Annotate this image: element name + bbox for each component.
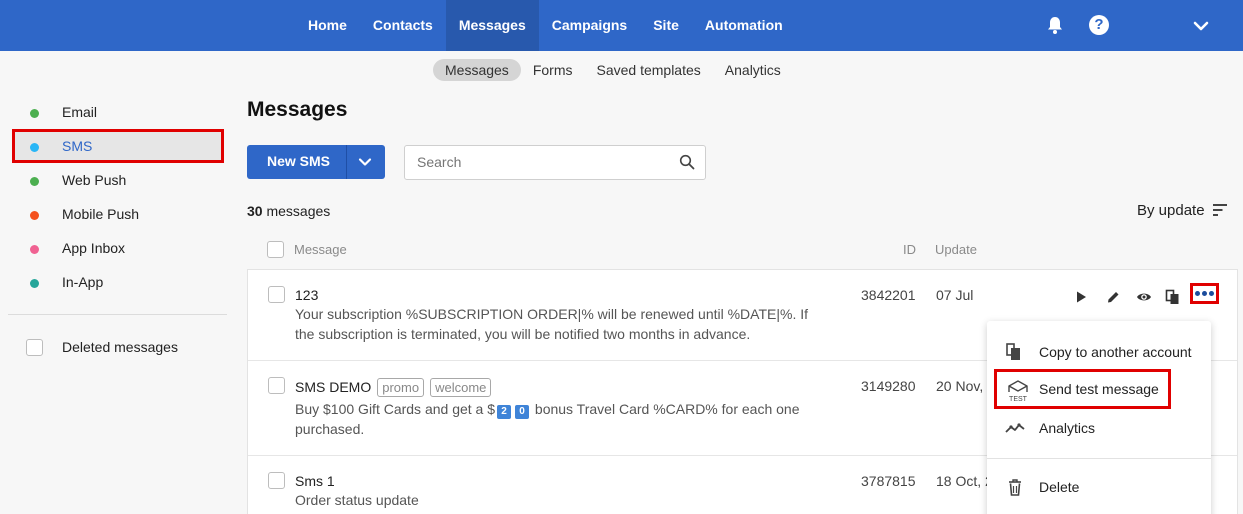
sidebar-item-label: Email <box>62 104 98 120</box>
new-sms-button[interactable]: New SMS <box>267 153 330 169</box>
sidebar-item-app-inbox[interactable]: App Inbox <box>12 231 224 265</box>
message-id: 3842201 <box>861 287 916 303</box>
description-text: Buy $100 Gift Cards and get a $ <box>295 401 496 417</box>
tag-badge[interactable]: promo <box>377 378 425 397</box>
message-name: SMS DEMO promo welcome <box>295 378 492 397</box>
message-name: 123 <box>295 287 319 303</box>
nav-home[interactable]: Home <box>295 0 360 51</box>
message-description: Order status update <box>295 492 419 508</box>
column-header-message: Message <box>294 242 347 257</box>
message-count: 30 messages <box>247 203 330 219</box>
menu-item-analytics[interactable]: Analytics <box>987 409 1211 445</box>
search-input[interactable] <box>417 154 667 170</box>
menu-item-label: Copy to another account <box>1039 344 1192 360</box>
row-checkbox[interactable] <box>268 286 285 303</box>
nav-messages[interactable]: Messages <box>445 0 539 51</box>
test-icon-text: TEST <box>1009 396 1028 403</box>
sidebar-item-mobile-push[interactable]: Mobile Push <box>12 197 224 231</box>
keycap-zero-emoji: 0 <box>515 405 530 419</box>
sidebar-item-label: In-App <box>62 274 104 290</box>
deleted-messages-label: Deleted messages <box>62 339 178 355</box>
email-status-dot <box>30 109 39 118</box>
menu-item-label: Delete <box>1039 479 1080 495</box>
chevron-down-icon[interactable] <box>358 155 372 169</box>
search-box <box>404 145 706 180</box>
message-id: 3787815 <box>861 473 916 489</box>
top-navigation-bar: Home Contacts Messages Campaigns Site Au… <box>0 0 1243 51</box>
sidebar-divider <box>8 314 227 315</box>
deleted-messages-checkbox[interactable] <box>26 339 43 356</box>
menu-item-delete[interactable]: Delete <box>987 468 1211 504</box>
message-count-suffix: messages <box>262 203 331 219</box>
subnav-analytics[interactable]: Analytics <box>713 59 793 81</box>
message-count-number: 30 <box>247 203 263 219</box>
sidebar-item-email[interactable]: Email <box>12 95 224 129</box>
trash-icon <box>1009 479 1021 496</box>
column-header-update[interactable]: Update <box>935 242 977 257</box>
copy-icon <box>1006 343 1020 360</box>
chevron-down-icon[interactable] <box>1192 17 1210 35</box>
copy-icon[interactable] <box>1165 289 1181 305</box>
web-push-status-dot <box>30 177 39 186</box>
select-all-checkbox[interactable] <box>267 241 284 258</box>
app-inbox-status-dot <box>30 245 39 254</box>
message-name-text: SMS DEMO <box>295 379 372 395</box>
menu-item-label: Send test message <box>1039 381 1159 397</box>
sms-status-dot <box>30 143 39 152</box>
nav-campaigns[interactable]: Campaigns <box>539 0 640 51</box>
analytics-icon <box>1005 423 1025 433</box>
more-dot <box>1195 291 1200 296</box>
message-description: Buy $100 Gift Cards and get a $2 0 bonus … <box>295 399 825 439</box>
nav-site[interactable]: Site <box>640 0 692 51</box>
menu-item-label: Analytics <box>1039 420 1096 436</box>
menu-item-copy-to-another-account[interactable]: Copy to another account <box>987 333 1211 369</box>
play-icon[interactable] <box>1073 289 1089 305</box>
sidebar-item-web-push[interactable]: Web Push <box>12 163 224 197</box>
deleted-messages-toggle[interactable]: Deleted messages <box>26 338 236 358</box>
column-header-id[interactable]: ID <box>903 242 916 257</box>
row-checkbox[interactable] <box>268 377 285 394</box>
message-update-date: 18 Oct, 2 <box>936 473 993 489</box>
message-name: Sms 1 <box>295 473 335 489</box>
sidebar-item-label: Mobile Push <box>62 206 140 222</box>
pencil-icon[interactable] <box>1105 289 1121 305</box>
sidebar-item-label: App Inbox <box>62 240 126 256</box>
split-divider <box>346 145 347 179</box>
sidebar-item-label: SMS <box>62 138 93 154</box>
sidebar-item-sms[interactable]: SMS <box>12 129 224 163</box>
message-id: 3149280 <box>861 378 916 394</box>
nav-automation[interactable]: Automation <box>692 0 796 51</box>
main-nav: Home Contacts Messages Campaigns Site Au… <box>295 0 796 51</box>
keycap-two-emoji: 2 <box>497 405 512 419</box>
eye-icon[interactable] <box>1136 289 1152 305</box>
sidebar-item-in-app[interactable]: In-App <box>12 265 224 299</box>
sort-by-label[interactable]: By update <box>1137 202 1205 219</box>
bell-icon[interactable] <box>1045 15 1065 35</box>
subnav-messages[interactable]: Messages <box>433 59 521 81</box>
test-envelope-icon: TEST <box>1008 380 1028 403</box>
mobile-push-status-dot <box>30 211 39 220</box>
help-icon[interactable]: ? <box>1089 15 1109 35</box>
search-icon[interactable] <box>679 154 695 170</box>
more-actions-menu: Copy to another account TEST Send test m… <box>987 321 1211 514</box>
message-update-date: 07 Jul <box>936 287 974 303</box>
more-dot <box>1202 291 1207 296</box>
nav-contacts[interactable]: Contacts <box>360 0 446 51</box>
in-app-status-dot <box>30 279 39 288</box>
table-header: Message ID Update <box>247 240 1237 260</box>
subnav-forms[interactable]: Forms <box>521 59 585 81</box>
new-sms-split-button: New SMS <box>247 145 385 179</box>
row-checkbox[interactable] <box>268 472 285 489</box>
tag-badge[interactable]: welcome <box>430 378 492 397</box>
subnav-saved-templates[interactable]: Saved templates <box>584 59 712 81</box>
sidebar-item-label: Web Push <box>62 172 127 188</box>
sub-navigation: Messages Forms Saved templates Analytics <box>433 59 793 81</box>
more-dot <box>1209 291 1214 296</box>
page-title: Messages <box>247 98 348 121</box>
more-actions-button[interactable] <box>1190 283 1219 304</box>
menu-divider <box>987 458 1211 459</box>
menu-item-send-test-message[interactable]: TEST Send test message <box>994 369 1171 409</box>
message-description: Your subscription %SUBSCRIPTION ORDER|% … <box>295 306 809 342</box>
sort-icon[interactable] <box>1213 204 1227 216</box>
